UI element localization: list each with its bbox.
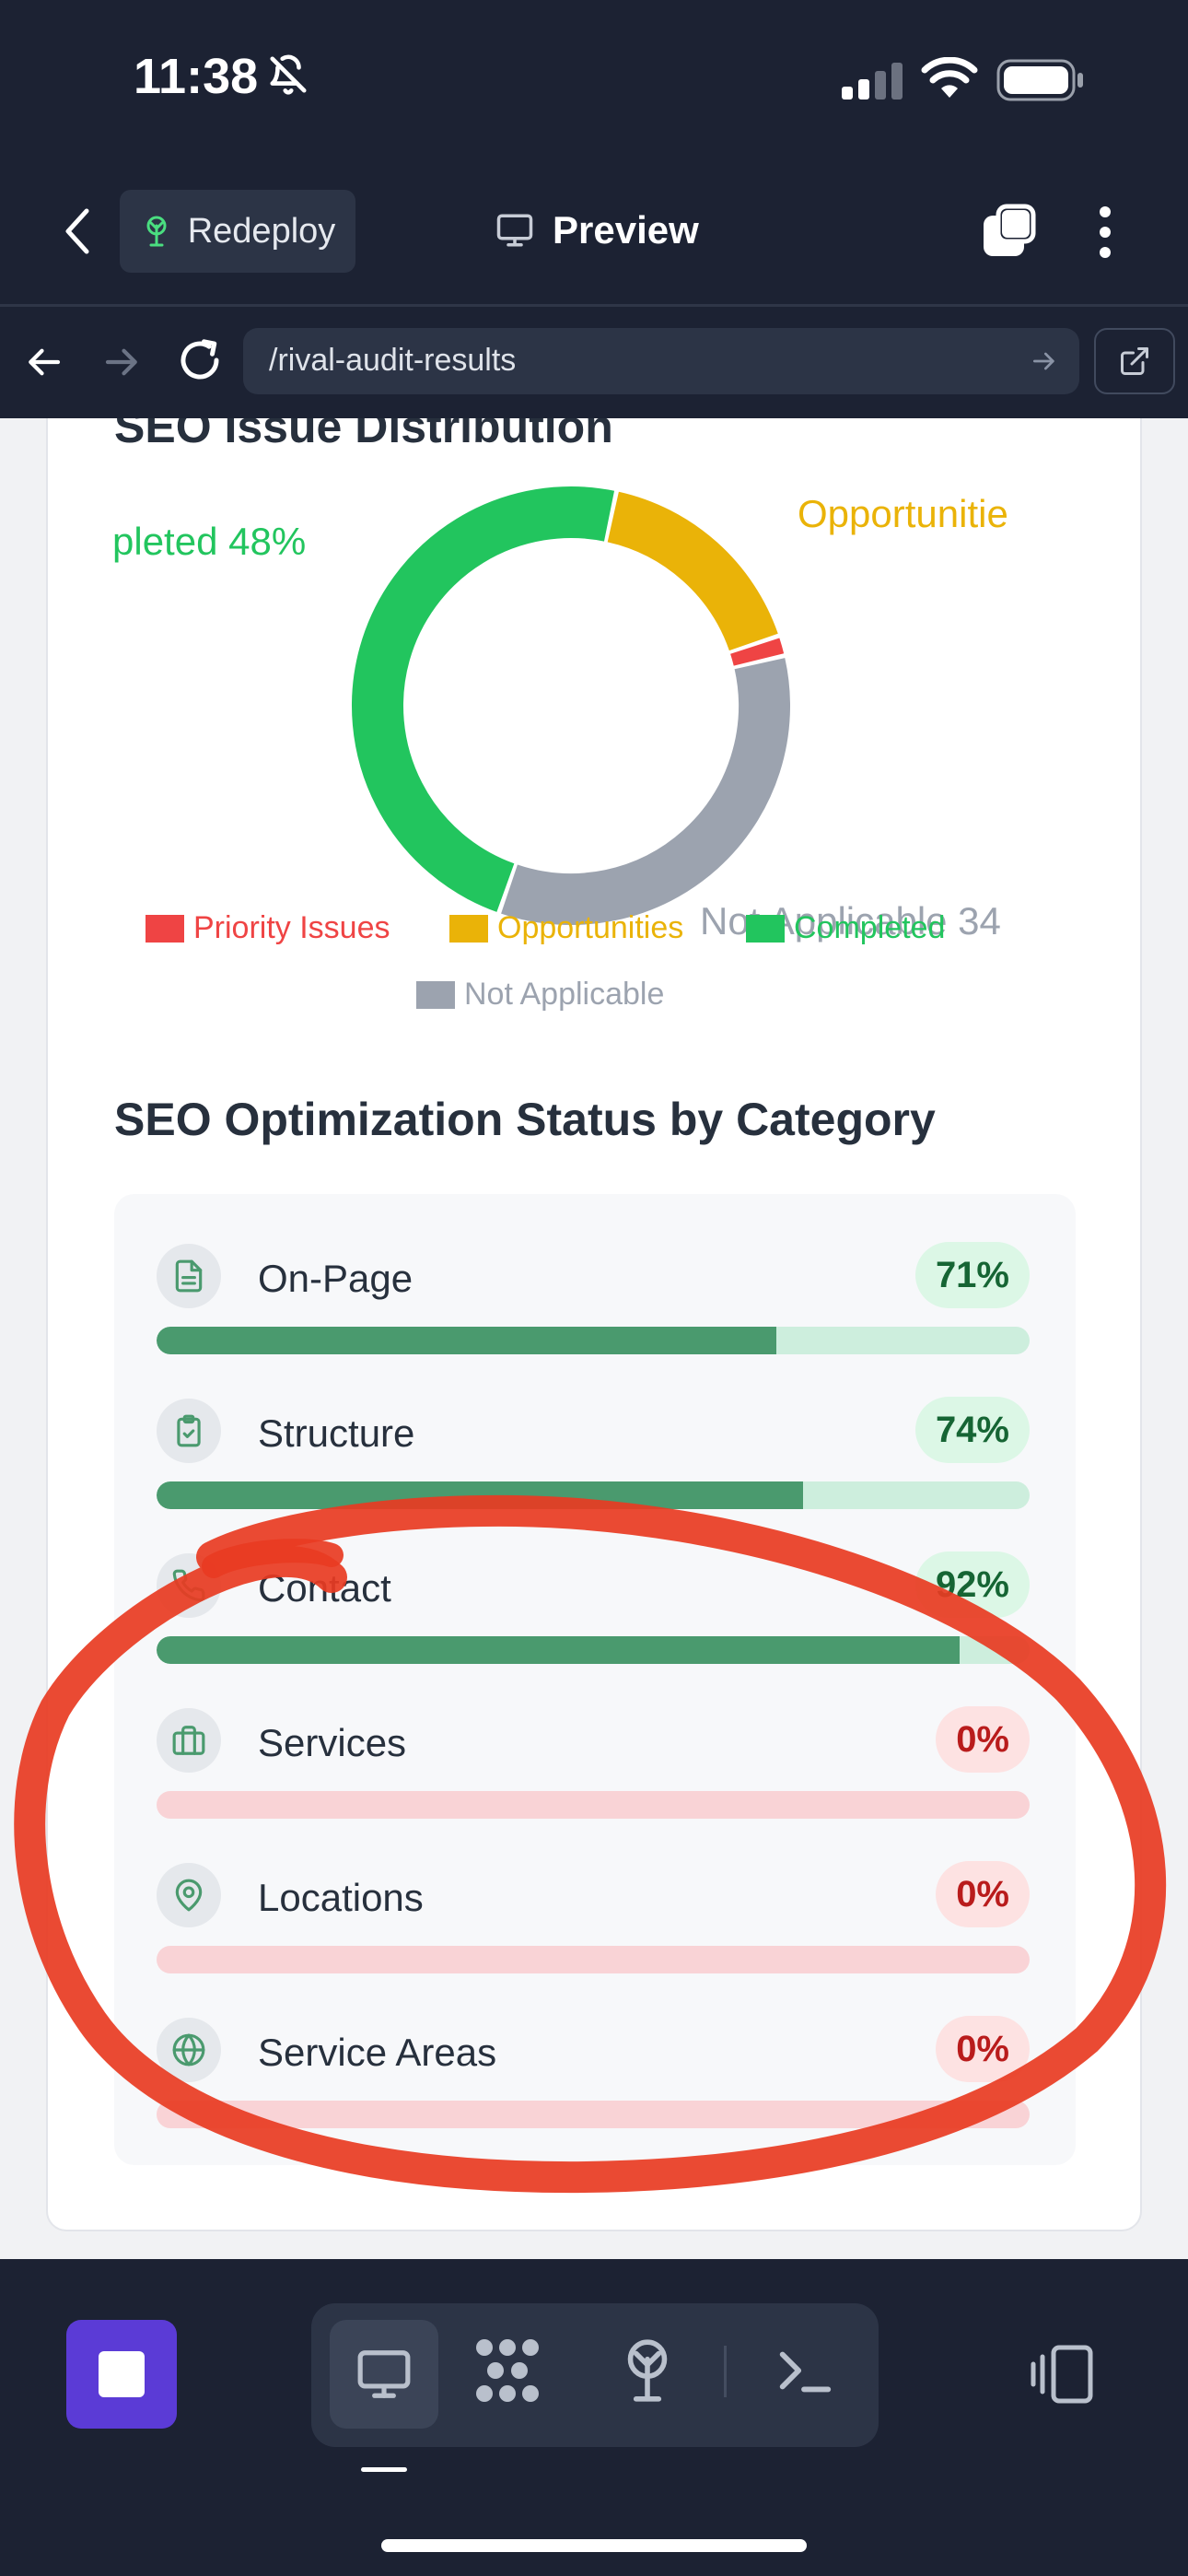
home-indicator [381,2539,807,2552]
legend-item-priority[interactable]: Priority Issues [146,910,390,946]
category-name: Service Areas [258,2031,497,2074]
legend-item-opportunities[interactable]: Opportunities [449,910,683,946]
category-progress-bar [157,2101,1030,2128]
arrow-left-icon[interactable] [26,343,64,381]
arrow-right-icon[interactable] [101,343,140,381]
category-progress-bar [157,1327,1030,1354]
map-pin-icon [157,1863,221,1927]
terminal-icon[interactable] [772,2338,836,2403]
category-progress-bar [157,1946,1030,1973]
legend-swatch [416,980,455,1009]
category-row-contact: Contact 92% [157,1550,1030,1704]
category-name: On-Page [258,1257,413,1300]
preview-label: Preview [553,208,699,252]
donut-slice-not-applicable[interactable] [501,658,790,925]
chevron-left-icon[interactable] [57,205,98,257]
deploy-icon[interactable] [613,2335,681,2406]
legend-label: Not Applicable [464,977,665,1012]
category-row-services: Services 0% [157,1704,1030,1859]
external-link-icon [1121,347,1148,375]
category-progress-fill [157,1327,777,1354]
slice-label-opportunities: Opportunitie [798,492,1008,535]
more-vertical-icon[interactable] [1096,205,1114,260]
legend-label: Priority Issues [193,910,390,945]
stop-icon [99,2351,145,2397]
phone-icon [157,1553,221,1618]
category-name: Services [258,1721,407,1764]
globe-icon [157,2018,221,2082]
active-tab-indicator [361,2467,407,2472]
category-progress-bar [157,1636,1030,1664]
reload-icon[interactable] [175,335,225,385]
category-progress-bar [157,1481,1030,1509]
web-preview: SEO Issue Distribution pleted 48% Opport… [0,418,1188,2259]
category-percent-badge: 0% [936,1861,1030,1927]
category-row-structure: Structure 74% [157,1395,1030,1550]
preview-title: Preview [494,208,699,252]
legend-swatch [746,914,785,943]
category-row-locations: Locations 0% [157,1859,1030,2014]
briefcase-icon [157,1708,221,1773]
category-section-title: SEO Optimization Status by Category [114,1094,936,1145]
apps-grid-icon[interactable] [472,2335,543,2406]
donut-slice-opportunities[interactable] [607,491,778,651]
clipboard-check-icon [157,1399,221,1463]
battery-icon [996,59,1083,101]
slice-label-completed: pleted 48% [112,520,307,563]
arrow-right-icon[interactable] [1030,346,1059,376]
category-name: Contact [258,1566,391,1610]
category-panel: On-Page 71% Structure 74% Contact 92% Se… [114,1194,1076,2165]
donut-slice-completed[interactable] [352,486,615,912]
tree-deploy-icon [146,216,167,247]
tabs-switcher-icon[interactable] [978,203,1037,262]
category-row-on-page: On-Page 71% [157,1240,1030,1395]
url-text: /rival-audit-results [269,343,517,378]
chart-title: SEO Issue Distribution [114,418,613,452]
category-percent-badge: 0% [936,2016,1030,2082]
legend-swatch [449,914,488,943]
legend-label: Opportunities [497,910,684,945]
monitor-icon [496,214,533,247]
legend-swatch [146,914,184,943]
category-name: Structure [258,1411,415,1455]
bell-slash-icon [270,54,307,95]
status-time: 11:38 [134,49,259,104]
document-icon [157,1244,221,1308]
category-row-service-areas: Service Areas 0% [157,2014,1030,2169]
category-percent-badge: 0% [936,1706,1030,1773]
monitor-icon [357,2350,411,2398]
toolbar-divider [724,2346,727,2397]
devices-icon[interactable] [1030,2344,1094,2405]
category-progress-fill [157,1481,803,1509]
category-percent-badge: 74% [914,1397,1030,1463]
wifi-icon [921,57,978,98]
stop-button[interactable] [66,2320,177,2429]
legend-item-completed[interactable]: Completed [746,910,945,946]
redeploy-button[interactable]: Redeploy [120,190,355,273]
donut-slice-priority-issues[interactable] [730,638,785,666]
open-external-button[interactable] [1094,328,1175,394]
desktop-preview-tab[interactable] [330,2320,438,2429]
redeploy-label: Redeploy [187,211,336,251]
legend-label: Completed [794,910,946,945]
category-progress-fill [157,1636,961,1664]
category-progress-bar [157,1791,1030,1819]
donut-chart [352,486,790,925]
cellular-signal-icon [842,63,903,100]
category-name: Locations [258,1876,424,1919]
category-percent-badge: 71% [914,1242,1030,1308]
category-percent-badge: 92% [914,1551,1030,1618]
legend-item-not-applicable[interactable]: Not Applicable [416,977,664,1013]
